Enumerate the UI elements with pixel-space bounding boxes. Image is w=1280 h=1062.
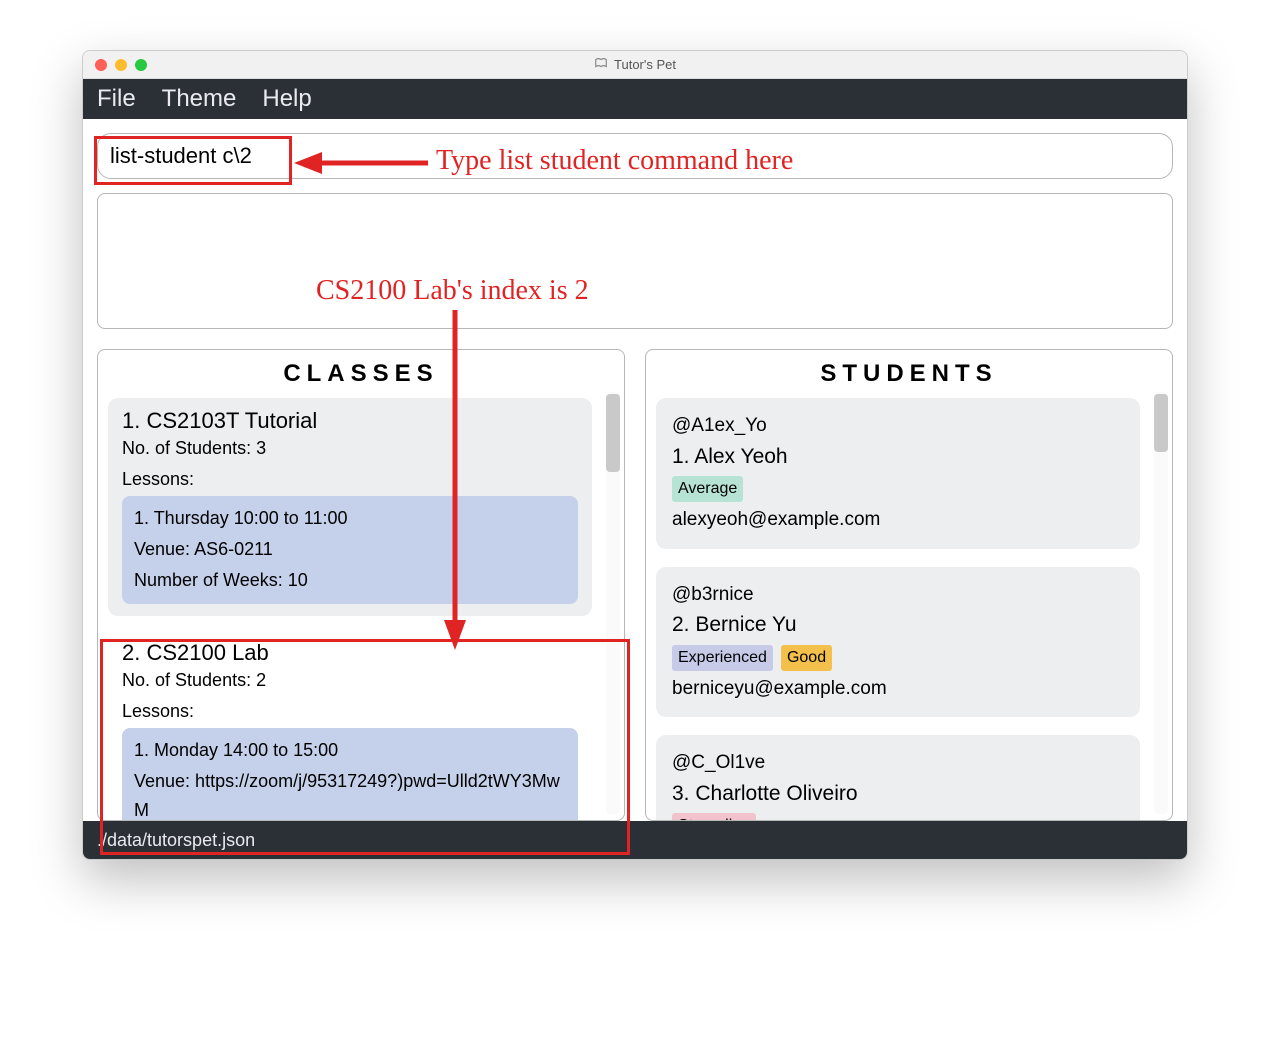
classes-scrollbar[interactable] xyxy=(606,392,620,814)
student-tag: Experienced xyxy=(672,645,773,671)
student-card[interactable]: @C_Ol1ve 3. Charlotte Oliveiro Strugglin… xyxy=(656,735,1140,821)
app-icon xyxy=(594,56,608,73)
menu-file[interactable]: File xyxy=(97,85,136,113)
student-card[interactable]: @b3rnice 2. Bernice Yu Experienced Good … xyxy=(656,567,1140,718)
lesson-venue: Venue: AS6-0211 xyxy=(134,535,566,564)
menubar: File Theme Help xyxy=(83,79,1187,119)
student-name: 1. Alex Yeoh xyxy=(672,441,1124,473)
window-title: Tutor's Pet xyxy=(614,57,676,72)
class-card[interactable]: 2. CS2100 Lab No. of Students: 2 Lessons… xyxy=(108,630,592,821)
statusbar: ./data/tutorspet.json xyxy=(83,821,1187,859)
lesson-card: 1. Thursday 10:00 to 11:00 Venue: AS6-02… xyxy=(122,496,578,604)
student-handle: @A1ex_Yo xyxy=(672,412,1124,441)
app-window: Tutor's Pet File Theme Help CLASSES 1. C… xyxy=(82,50,1188,860)
titlebar: Tutor's Pet xyxy=(83,51,1187,79)
student-tag: Good xyxy=(781,645,832,671)
classes-panel-title: CLASSES xyxy=(108,360,614,388)
command-input-wrap xyxy=(97,133,1173,179)
menu-help[interactable]: Help xyxy=(262,85,311,113)
class-student-count: No. of Students: 3 xyxy=(122,438,578,459)
lesson-weeks: Number of Weeks: 10 xyxy=(134,566,566,595)
students-panel-title: STUDENTS xyxy=(656,360,1162,388)
student-handle: @C_Ol1ve xyxy=(672,749,1124,778)
lesson-time: 1. Thursday 10:00 to 11:00 xyxy=(134,504,566,533)
students-scrollbar[interactable] xyxy=(1154,392,1168,814)
result-display xyxy=(97,193,1173,329)
status-path: ./data/tutorspet.json xyxy=(97,830,255,851)
class-title: 2. CS2100 Lab xyxy=(122,640,578,666)
lessons-label: Lessons: xyxy=(122,701,578,722)
lesson-time: 1. Monday 14:00 to 15:00 xyxy=(134,736,566,765)
student-name: 2. Bernice Yu xyxy=(672,609,1124,641)
menu-theme[interactable]: Theme xyxy=(162,85,237,113)
class-student-count: No. of Students: 2 xyxy=(122,670,578,691)
student-name: 3. Charlotte Oliveiro xyxy=(672,778,1124,810)
class-title: 1. CS2103T Tutorial xyxy=(122,408,578,434)
lesson-venue: Venue: https://zoom/j/95317249?)pwd=Ulld… xyxy=(134,767,566,821)
students-panel: STUDENTS @A1ex_Yo 1. Alex Yeoh Average a… xyxy=(645,349,1173,821)
classes-panel: CLASSES 1. CS2103T Tutorial No. of Stude… xyxy=(97,349,625,821)
lessons-label: Lessons: xyxy=(122,469,578,490)
student-tag: Average xyxy=(672,476,743,502)
student-tag: Struggling xyxy=(672,813,756,821)
lesson-card: 1. Monday 14:00 to 15:00 Venue: https://… xyxy=(122,728,578,821)
class-card[interactable]: 1. CS2103T Tutorial No. of Students: 3 L… xyxy=(108,398,592,616)
student-card[interactable]: @A1ex_Yo 1. Alex Yeoh Average alexyeoh@e… xyxy=(656,398,1140,549)
command-input[interactable] xyxy=(110,143,1160,169)
student-handle: @b3rnice xyxy=(672,581,1124,610)
student-email: alexyeoh@example.com xyxy=(672,506,1124,535)
content-area: CLASSES 1. CS2103T Tutorial No. of Stude… xyxy=(83,119,1187,821)
student-email: berniceyu@example.com xyxy=(672,675,1124,704)
